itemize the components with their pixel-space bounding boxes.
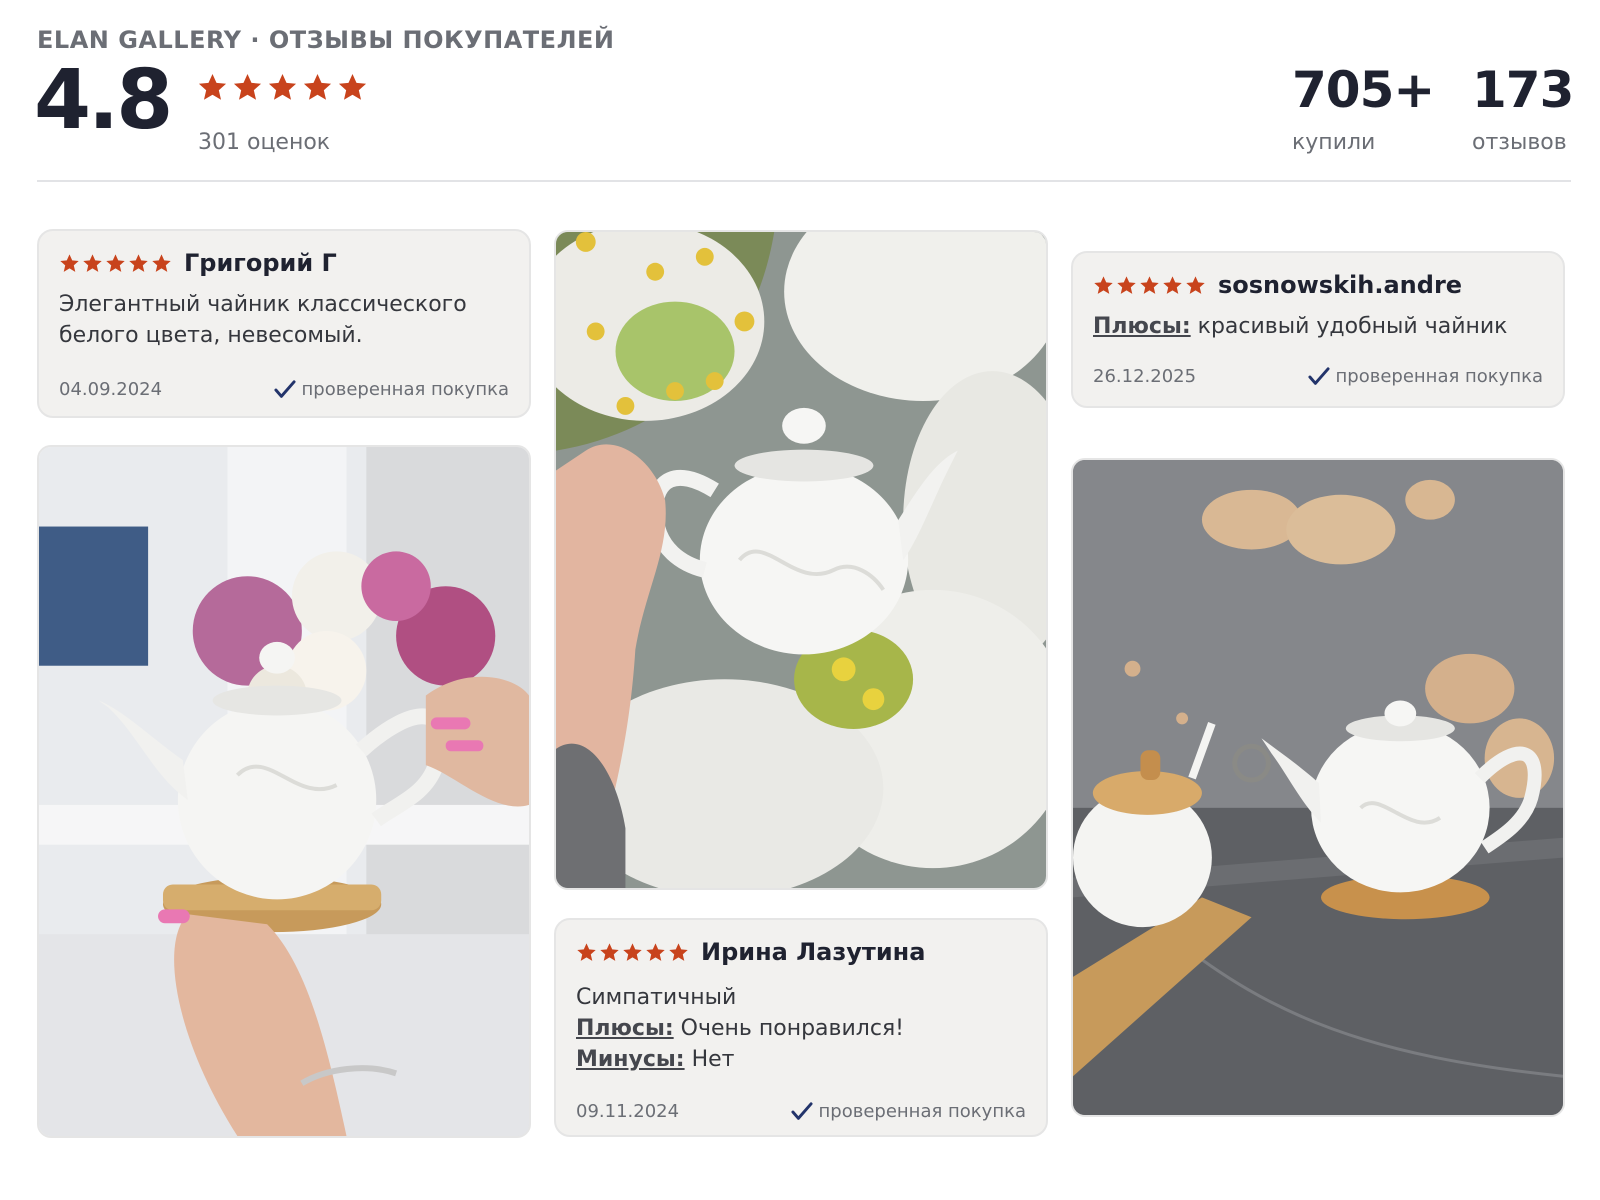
review-card[interactable]: Григорий Г Элегантный чайник классическо…	[37, 229, 531, 418]
check-icon	[273, 380, 296, 398]
star-icon	[303, 73, 332, 100]
pros-label: Плюсы:	[1093, 314, 1191, 339]
review-pros: Плюсы: Очень понравился!	[576, 1013, 1026, 1044]
star-icon	[1186, 275, 1205, 294]
star-icon	[646, 942, 665, 961]
review-date: 09.11.2024	[576, 1101, 680, 1122]
average-rating-stars	[197, 72, 368, 103]
star-icon	[198, 73, 227, 100]
stat-bought: 705+ купили	[1292, 61, 1435, 155]
page-title: ELAN GALLERY · ОТЗЫВЫ ПОКУПАТЕЛЕЙ	[37, 26, 615, 54]
star-icon	[129, 253, 148, 272]
star-icon	[152, 253, 171, 272]
review-stars	[1093, 275, 1206, 296]
verified-label: проверенная покупка	[818, 1101, 1026, 1122]
verified-label: проверенная покупка	[1335, 366, 1543, 387]
verified-badge: проверенная покупка	[790, 1101, 1026, 1122]
stat-bought-value: 705+	[1292, 61, 1435, 119]
pros-text: красивый удобный чайник	[1197, 314, 1508, 339]
star-icon	[600, 942, 619, 961]
review-card[interactable]: sosnowskih.andre Плюсы: красивый удобный…	[1071, 251, 1565, 408]
review-author: sosnowskih.andre	[1218, 271, 1463, 299]
check-icon	[1307, 367, 1330, 385]
star-icon	[1094, 275, 1113, 294]
review-card[interactable]: Ирина Лазутина Симпатичный Плюсы: Очень …	[554, 918, 1048, 1137]
cons-label: Минусы:	[576, 1047, 685, 1072]
cons-text: Нет	[691, 1047, 735, 1072]
star-icon	[1140, 275, 1159, 294]
verified-badge: проверенная покупка	[1307, 366, 1543, 387]
review-photo[interactable]	[1071, 458, 1565, 1117]
star-icon	[60, 253, 79, 272]
photo-teapot-hand-flowers-icon	[39, 447, 529, 1136]
review-stars	[576, 942, 689, 963]
average-rating: 4.8	[34, 53, 173, 148]
star-icon	[1163, 275, 1182, 294]
review-text: Элегантный чайник классического белого ц…	[59, 292, 467, 348]
check-icon	[790, 1102, 813, 1120]
stat-reviews-value: 173	[1472, 61, 1574, 119]
star-icon	[1117, 275, 1136, 294]
review-photo[interactable]	[37, 445, 531, 1138]
pros-text: Очень понравился!	[680, 1016, 904, 1041]
photo-teapot-and-sugar-bowl-icon	[1073, 460, 1563, 1115]
review-stars	[59, 253, 172, 274]
star-icon	[233, 73, 262, 100]
ratings-count: 301 оценок	[198, 130, 331, 155]
review-date: 04.09.2024	[59, 379, 163, 400]
review-pros: Плюсы: красивый удобный чайник	[1093, 311, 1543, 342]
star-icon	[268, 73, 297, 100]
verified-label: проверенная покупка	[301, 379, 509, 400]
star-icon	[338, 73, 367, 100]
review-author: Ирина Лазутина	[701, 938, 926, 966]
review-photo[interactable]	[554, 230, 1048, 890]
star-icon	[577, 942, 596, 961]
pros-label: Плюсы:	[576, 1016, 674, 1041]
stat-bought-label: купили	[1292, 129, 1376, 155]
photo-teapot-white-blossom-icon	[556, 232, 1046, 888]
star-icon	[106, 253, 125, 272]
review-author: Григорий Г	[184, 249, 337, 277]
review-cons: Минусы: Нет	[576, 1044, 1026, 1075]
star-icon	[623, 942, 642, 961]
verified-badge: проверенная покупка	[273, 379, 509, 400]
star-icon	[83, 253, 102, 272]
review-date: 26.12.2025	[1093, 366, 1197, 387]
star-icon	[669, 942, 688, 961]
stat-reviews-label: отзывов	[1472, 129, 1567, 155]
review-text: Симпатичный	[576, 985, 737, 1010]
header-divider	[37, 180, 1571, 182]
stat-reviews[interactable]: 173 отзывов	[1472, 61, 1574, 155]
